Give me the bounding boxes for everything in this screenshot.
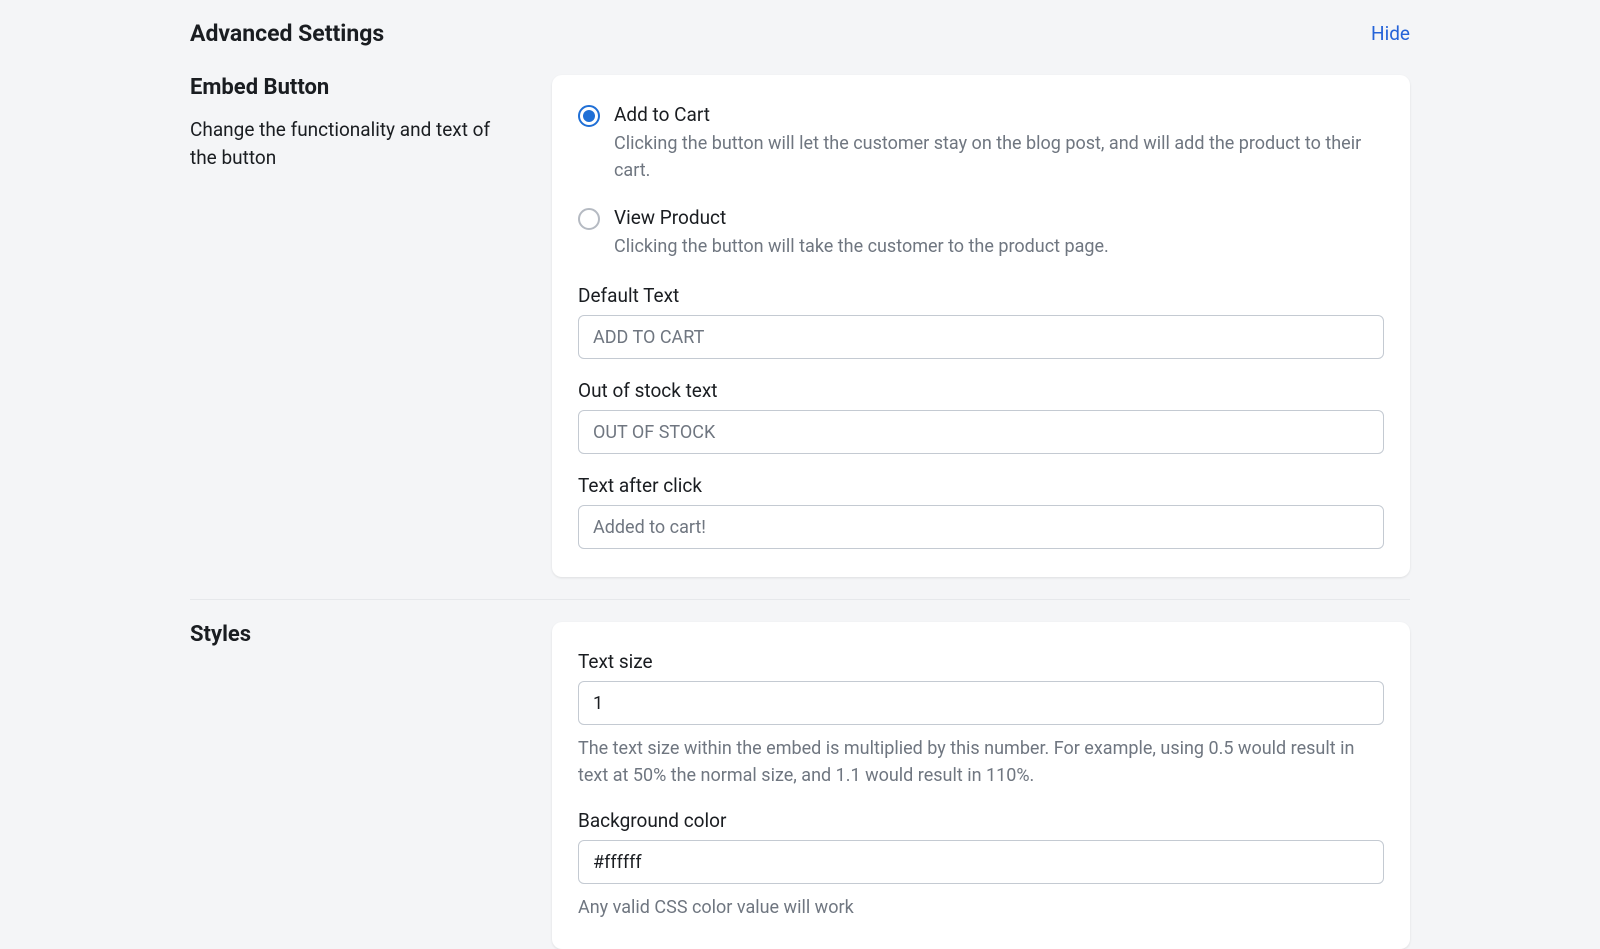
default-text-input[interactable] — [578, 315, 1384, 359]
radio-add-to-cart[interactable]: Add to Cart Clicking the button will let… — [578, 103, 1384, 184]
radio-selected-icon — [578, 105, 600, 127]
styles-section-title: Styles — [190, 622, 520, 647]
radio-view-product-label: View Product — [614, 206, 1384, 229]
radio-view-product[interactable]: View Product Clicking the button will ta… — [578, 206, 1384, 260]
after-click-input[interactable] — [578, 505, 1384, 549]
radio-view-product-desc: Clicking the button will take the custom… — [614, 233, 1384, 260]
out-of-stock-input[interactable] — [578, 410, 1384, 454]
hide-link[interactable]: Hide — [1371, 22, 1410, 45]
bg-color-input[interactable] — [578, 840, 1384, 884]
radio-add-to-cart-label: Add to Cart — [614, 103, 1384, 126]
embed-section-desc: Change the functionality and text of the… — [190, 116, 520, 171]
text-size-label: Text size — [578, 650, 1384, 673]
radio-unselected-icon — [578, 208, 600, 230]
section-divider — [190, 599, 1410, 600]
default-text-label: Default Text — [578, 284, 1384, 307]
embed-button-section: Embed Button Change the functionality an… — [190, 75, 1410, 577]
out-of-stock-label: Out of stock text — [578, 379, 1384, 402]
embed-card: Add to Cart Clicking the button will let… — [552, 75, 1410, 577]
after-click-label: Text after click — [578, 474, 1384, 497]
bg-color-help: Any valid CSS color value will work — [578, 894, 1384, 921]
embed-section-title: Embed Button — [190, 75, 520, 100]
radio-add-to-cart-desc: Clicking the button will let the custome… — [614, 130, 1384, 184]
page-title: Advanced Settings — [190, 20, 384, 47]
bg-color-label: Background color — [578, 809, 1384, 832]
text-size-help: The text size within the embed is multip… — [578, 735, 1384, 789]
text-size-input[interactable] — [578, 681, 1384, 725]
